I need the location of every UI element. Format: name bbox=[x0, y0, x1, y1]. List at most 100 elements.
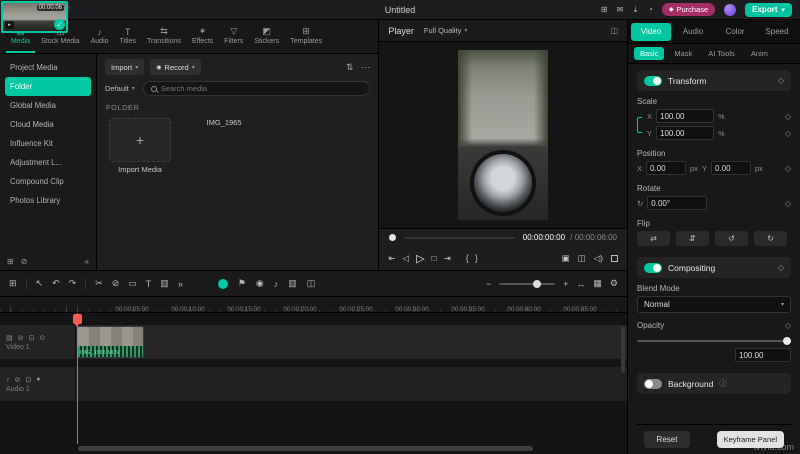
flip-horizontal-button[interactable]: ⇄ bbox=[637, 231, 670, 246]
video-track-lane[interactable]: IMG_1965.MOV bbox=[76, 325, 627, 359]
sidebar-item-compound-clip[interactable]: Compound Clip bbox=[0, 172, 96, 191]
purchase-button[interactable]: ◆ Purchase bbox=[661, 3, 716, 16]
bell-icon[interactable]: ◔ bbox=[648, 5, 653, 14]
sort-icon[interactable]: ⇅ bbox=[346, 62, 354, 73]
position-y-input[interactable] bbox=[710, 161, 751, 175]
sidebar-item-influence-kit[interactable]: Influence Kit bbox=[0, 134, 96, 153]
tab-transitions[interactable]: ⇆ Transitions bbox=[142, 20, 186, 53]
tab-stickers[interactable]: ◩ Stickers bbox=[249, 20, 284, 53]
mark-in-icon[interactable]: { bbox=[466, 253, 469, 263]
opacity-slider[interactable] bbox=[637, 337, 791, 345]
audio-track-lane[interactable] bbox=[76, 367, 627, 401]
tab-audio-props[interactable]: Audio bbox=[673, 23, 713, 41]
grid-icon[interactable]: ⊞ bbox=[601, 5, 608, 14]
title-tool-icon[interactable]: T bbox=[146, 279, 152, 289]
volume-icon[interactable]: ◁) bbox=[594, 253, 603, 264]
clip-thumbnail[interactable]: 00:00:06 ▸ ✓ bbox=[1, 1, 68, 33]
dual-view-icon[interactable]: ◫ bbox=[307, 278, 316, 289]
mute-track-icon[interactable]: ⊘ bbox=[18, 334, 24, 342]
fullscreen-icon[interactable] bbox=[611, 254, 618, 262]
transform-toggle[interactable] bbox=[644, 75, 662, 86]
timeline-menu-icon[interactable]: ⊞ bbox=[9, 278, 17, 289]
delete-icon[interactable]: ⊘ bbox=[112, 278, 120, 289]
keyframe-diamond-icon[interactable]: ◇ bbox=[785, 129, 791, 138]
zoom-out-icon[interactable]: − bbox=[486, 279, 491, 289]
media-clip-tile[interactable]: 00:00:06 ▸ ✓ IMG_1965 bbox=[1, 1, 257, 127]
import-media-tile[interactable]: + Import Media bbox=[107, 118, 173, 174]
keyframe-diamond-icon[interactable]: ◇ bbox=[785, 199, 791, 208]
import-button[interactable]: Import ▾ bbox=[105, 59, 145, 75]
rotate-cw-button[interactable]: ↻ bbox=[754, 231, 787, 246]
keyframe-diamond-icon[interactable]: ◇ bbox=[778, 76, 784, 85]
sidebar-item-adjustment-layer[interactable]: Adjustment L... bbox=[0, 153, 96, 172]
mute-track-icon[interactable]: ⊘ bbox=[15, 376, 21, 384]
redo-icon[interactable]: ↷ bbox=[69, 278, 77, 289]
eye-icon[interactable]: ⊙ bbox=[39, 334, 45, 342]
next-frame-icon[interactable]: ⇥ bbox=[444, 253, 451, 264]
playhead[interactable] bbox=[77, 313, 78, 444]
compare-view-icon[interactable]: ◫ bbox=[578, 253, 586, 264]
delete-folder-icon[interactable]: ⊘ bbox=[21, 257, 28, 266]
sidebar-item-global-media[interactable]: Global Media bbox=[0, 96, 96, 115]
audio-mixer-icon[interactable]: ♪ bbox=[274, 279, 279, 289]
timeline-zoom-slider[interactable] bbox=[499, 279, 556, 288]
sidebar-item-cloud-media[interactable]: Cloud Media bbox=[0, 115, 96, 134]
tab-titles[interactable]: T Titles bbox=[115, 20, 141, 53]
avatar[interactable] bbox=[724, 3, 737, 16]
more-tools-icon[interactable]: » bbox=[178, 279, 183, 289]
track-manager-icon[interactable]: ▦ bbox=[593, 278, 602, 289]
subtab-ai-tools[interactable]: AI Tools bbox=[702, 47, 741, 60]
blend-mode-dropdown[interactable]: Normal ▾ bbox=[637, 296, 791, 313]
more-options-icon[interactable]: ⋯ bbox=[361, 62, 370, 73]
play-icon[interactable]: ▷ bbox=[416, 252, 424, 265]
crop-icon[interactable]: ▭ bbox=[128, 278, 137, 289]
zoom-knob[interactable] bbox=[532, 279, 541, 288]
info-icon[interactable]: ⓘ bbox=[719, 378, 727, 389]
tab-effects[interactable]: ✶ Effects bbox=[187, 20, 218, 53]
opacity-knob[interactable] bbox=[783, 337, 791, 345]
background-toggle[interactable] bbox=[644, 378, 662, 389]
tab-color[interactable]: Color bbox=[715, 23, 755, 41]
scale-link-icon[interactable] bbox=[637, 117, 642, 133]
tab-templates[interactable]: ⊞ Templates bbox=[285, 20, 327, 53]
zoom-in-icon[interactable]: + bbox=[563, 279, 568, 289]
timeline-vscrollbar[interactable] bbox=[621, 327, 625, 373]
timeline-clip[interactable]: IMG_1965.MOV bbox=[77, 326, 144, 358]
mark-out-icon[interactable]: } bbox=[475, 253, 478, 263]
ai-tool-icon[interactable] bbox=[217, 278, 228, 289]
opacity-input[interactable] bbox=[735, 348, 791, 362]
subtab-mask[interactable]: Mask bbox=[668, 47, 698, 60]
tab-speed[interactable]: Speed bbox=[757, 23, 797, 41]
render-preview-icon[interactable]: ▥ bbox=[288, 278, 297, 289]
position-x-input[interactable] bbox=[646, 161, 687, 175]
split-icon[interactable]: ✂ bbox=[95, 278, 103, 289]
search-input[interactable] bbox=[160, 84, 363, 93]
fit-timeline-icon[interactable]: ↔ bbox=[576, 279, 585, 289]
compositing-toggle[interactable] bbox=[644, 262, 662, 273]
pointer-tool-icon[interactable]: ↖ bbox=[36, 278, 44, 289]
tab-audio[interactable]: ♪ Audio bbox=[86, 20, 114, 53]
keyframe-diamond-icon[interactable]: ◇ bbox=[785, 164, 791, 173]
rotate-dial-icon[interactable]: ↻ bbox=[637, 199, 643, 208]
lock-track-icon[interactable]: ⊡ bbox=[29, 334, 35, 342]
seek-knob[interactable] bbox=[389, 234, 397, 241]
voiceover-icon[interactable]: ◉ bbox=[256, 278, 264, 289]
undo-icon[interactable]: ↶ bbox=[52, 278, 60, 289]
tab-video[interactable]: Video bbox=[631, 22, 671, 41]
playhead-handle[interactable] bbox=[73, 314, 82, 327]
record-button[interactable]: ◉ Record ▾ bbox=[150, 59, 201, 75]
filter-dropdown[interactable]: Default ▾ bbox=[105, 84, 135, 93]
mini-player-icon[interactable]: ◫ bbox=[610, 26, 618, 35]
new-folder-icon[interactable]: ⊞ bbox=[7, 257, 14, 266]
screen-record-icon[interactable]: ▥ bbox=[160, 278, 169, 289]
message-icon[interactable]: ✉ bbox=[617, 5, 624, 14]
sidebar-item-project-media[interactable]: Project Media bbox=[0, 58, 96, 77]
scale-x-input[interactable] bbox=[656, 109, 715, 123]
jump-start-icon[interactable]: ⇤ bbox=[388, 253, 395, 264]
marker-icon[interactable]: ⚑ bbox=[238, 278, 246, 289]
flip-vertical-button[interactable]: ⇵ bbox=[676, 231, 709, 246]
timeline-ruler[interactable]: 00:00:05:00 00:00:10:00 00:00:15:00 00:00:2… bbox=[0, 297, 627, 313]
subtab-animation[interactable]: Anim bbox=[745, 47, 774, 60]
reset-button[interactable]: Reset bbox=[644, 431, 690, 448]
export-button[interactable]: Export ▾ bbox=[745, 2, 792, 17]
